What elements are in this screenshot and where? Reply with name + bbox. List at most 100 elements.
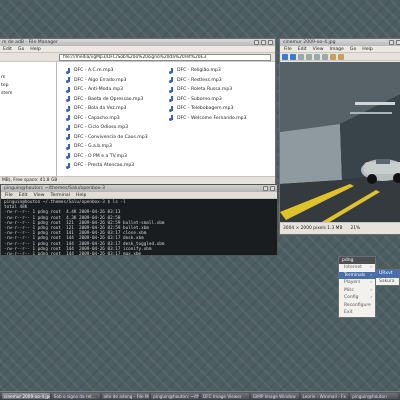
root-menu-header: pdng xyxy=(339,257,375,264)
forward-icon[interactable] xyxy=(290,53,296,60)
menu-item-label: Misc xyxy=(344,287,354,293)
file-item[interactable]: DFC - Algo Errado.mp3 xyxy=(66,76,148,86)
menu-item-label: Terminals xyxy=(344,272,366,278)
submenu-item-sakura[interactable]: Sakura xyxy=(376,278,399,286)
address-bar[interactable]: file:///media/vgMp3/DFC/Sob%20o%20signo%… xyxy=(59,53,271,61)
sidebar-item[interactable]: stem xyxy=(0,90,56,98)
rotate-right-icon[interactable] xyxy=(338,53,344,60)
taskbar-button[interactable]: cinemur 2009-oo-4.jpg xyxy=(2,393,50,399)
sidebar-item[interactable]: m xyxy=(0,74,56,82)
music-file-icon xyxy=(66,77,71,84)
parking-garage-photo xyxy=(280,62,400,223)
file-item[interactable]: DFC - G.a.b.mp3 xyxy=(66,142,148,152)
music-file-icon xyxy=(66,124,71,131)
submenu-arrow-icon: › xyxy=(370,287,372,293)
music-file-icon xyxy=(66,96,71,103)
zoom-fit-icon[interactable] xyxy=(322,53,328,60)
back-icon[interactable] xyxy=(282,53,288,60)
file-manager-titlebar[interactable]: m de adB - File Manager xyxy=(0,39,275,46)
music-file-icon xyxy=(66,134,71,141)
close-icon[interactable] xyxy=(396,40,400,45)
image-viewer-menubar: File Edit View Image Go Help xyxy=(280,46,400,53)
file-item[interactable]: DFC - Baeta de Opressao.mp3 xyxy=(66,95,148,105)
file-name: DFC - Telebobagem.mp3 xyxy=(177,106,234,112)
menu-item-reconfigure[interactable]: Reconfigure xyxy=(339,302,375,310)
menu-image[interactable]: Image xyxy=(330,46,344,52)
menu-item-terminals[interactable]: Terminals › xyxy=(339,271,375,279)
submenu-item-urxvt[interactable]: URxvt xyxy=(376,270,399,278)
file-item[interactable]: DFC - A.C.m.mp3 xyxy=(66,66,148,76)
minimize-icon[interactable] xyxy=(254,40,259,45)
maximize-icon[interactable] xyxy=(261,40,266,45)
file-item[interactable]: DFC - Ciclo Odioso.mp3 xyxy=(66,123,148,133)
file-name: DFC - O PM e a TV.mp3 xyxy=(74,153,127,159)
menu-edit[interactable]: Edit xyxy=(298,46,307,52)
taskbar-button[interactable]: pinguin@houton xyxy=(350,393,398,399)
zoom-readout: 21% xyxy=(350,226,361,231)
menu-item-players[interactable]: Players › xyxy=(339,279,375,287)
file-name: DFC - Roleta Russa.mp3 xyxy=(177,87,233,93)
file-item[interactable]: DFC - Restless.mp3 xyxy=(169,76,247,86)
image-size-readout: 3004 × 2000 pixels 1.3 MB xyxy=(283,226,343,231)
file-item[interactable]: DFC - Telebobagem.mp3 xyxy=(169,104,247,114)
file-item[interactable]: DFC - O PM e a TV.mp3 xyxy=(66,152,148,162)
terminal-titlebar[interactable]: pinguin@houton: ~/themes/Salu/openbox-3 xyxy=(1,185,277,192)
image-viewer-titlebar[interactable]: cinemur 2009-oo-4.jpg xyxy=(280,39,400,46)
minimize-icon[interactable] xyxy=(389,40,394,45)
menu-help[interactable]: Help xyxy=(76,192,86,198)
menu-go[interactable]: Go xyxy=(18,46,24,52)
sidebar-item[interactable]: top xyxy=(0,82,56,90)
menu-item-label: Internet xyxy=(344,265,362,270)
music-file-icon xyxy=(169,115,174,122)
file-item[interactable]: DFC - Anti-Moda.mp3 xyxy=(66,85,148,95)
terminals-submenu: URxvt Sakura xyxy=(375,269,400,286)
taskbar-button[interactable]: alte de adong - File Manager xyxy=(101,393,150,399)
file-item[interactable]: DFC - Welcome Fernando.mp3 xyxy=(169,114,247,124)
close-icon[interactable] xyxy=(268,40,273,45)
places-sidebar: m top stem xyxy=(0,62,57,176)
terminal-line: -rw-r--r-- 1 pdng root 144 2009-04-26 03… xyxy=(4,252,142,256)
menu-item-config[interactable]: Config › xyxy=(339,294,375,302)
file-name: DFC - A.C.m.mp3 xyxy=(74,68,114,74)
file-item[interactable]: DFC - Roleta Russa.mp3 xyxy=(169,85,247,95)
menu-item-label: Exit xyxy=(344,310,353,315)
menu-terminal[interactable]: Terminal xyxy=(51,192,70,198)
menu-edit[interactable]: Edit xyxy=(3,46,12,52)
close-icon[interactable] xyxy=(270,186,275,191)
zoom-in-icon[interactable] xyxy=(298,53,304,60)
zoom-out-icon[interactable] xyxy=(306,53,312,60)
menu-file[interactable]: File xyxy=(284,46,292,52)
file-item[interactable]: DFC - Suborno.mp3 xyxy=(169,95,247,105)
menu-item-misc[interactable]: Misc › xyxy=(339,287,375,295)
menu-view[interactable]: View xyxy=(34,192,45,198)
terminal-output[interactable]: pinguin@houton ~/.themes/Salu/openbox-3 … xyxy=(1,199,277,256)
taskbar-button[interactable]: DFC Image Viewer xyxy=(201,393,249,399)
minimize-icon[interactable] xyxy=(263,186,268,191)
image-viewer-toolbar xyxy=(280,53,400,61)
file-name: DFC - Suborno.mp3 xyxy=(177,96,222,102)
file-item[interactable]: DFC - Capacho.mp3 xyxy=(66,114,148,124)
rotate-left-icon[interactable] xyxy=(330,53,336,60)
menu-edit[interactable]: Edit xyxy=(19,192,28,198)
file-item[interactable]: DFC - Bola da Vez.mp3 xyxy=(66,104,148,114)
file-item[interactable]: DFC - Presta Atencao.mp3 xyxy=(66,161,148,171)
file-item[interactable]: DFC - Convivencia de Caos.mp3 xyxy=(66,133,148,143)
music-file-icon xyxy=(66,67,71,74)
taskbar-button[interactable]: pinguin@houton: ~/themes/Salu/openbox-3 xyxy=(151,393,199,399)
taskbar-button[interactable]: Sob o signo da ret... xyxy=(51,393,100,399)
file-item[interactable]: DFC - Religião.mp3 xyxy=(169,66,247,76)
menu-file[interactable]: File xyxy=(5,192,13,198)
menu-go[interactable]: Go xyxy=(350,46,356,52)
taskbar-button[interactable]: GIMP Image Window xyxy=(250,393,299,399)
menu-help[interactable]: Help xyxy=(30,46,40,52)
menu-view[interactable]: View xyxy=(313,46,324,52)
menu-help[interactable]: Help xyxy=(362,46,372,52)
file-name: DFC - Baeta de Opressao.mp3 xyxy=(74,96,144,102)
menu-item-exit[interactable]: Exit xyxy=(339,309,375,317)
music-file-icon xyxy=(66,105,71,112)
zoom-normal-icon[interactable] xyxy=(314,53,320,60)
taskbar-button[interactable]: Leorin - Wmmail - Fx xyxy=(300,393,349,399)
file-name: DFC - Bola da Vez.mp3 xyxy=(74,106,127,112)
menu-item-label: Config xyxy=(344,295,359,300)
menu-item-internet[interactable]: Internet › xyxy=(339,264,375,272)
